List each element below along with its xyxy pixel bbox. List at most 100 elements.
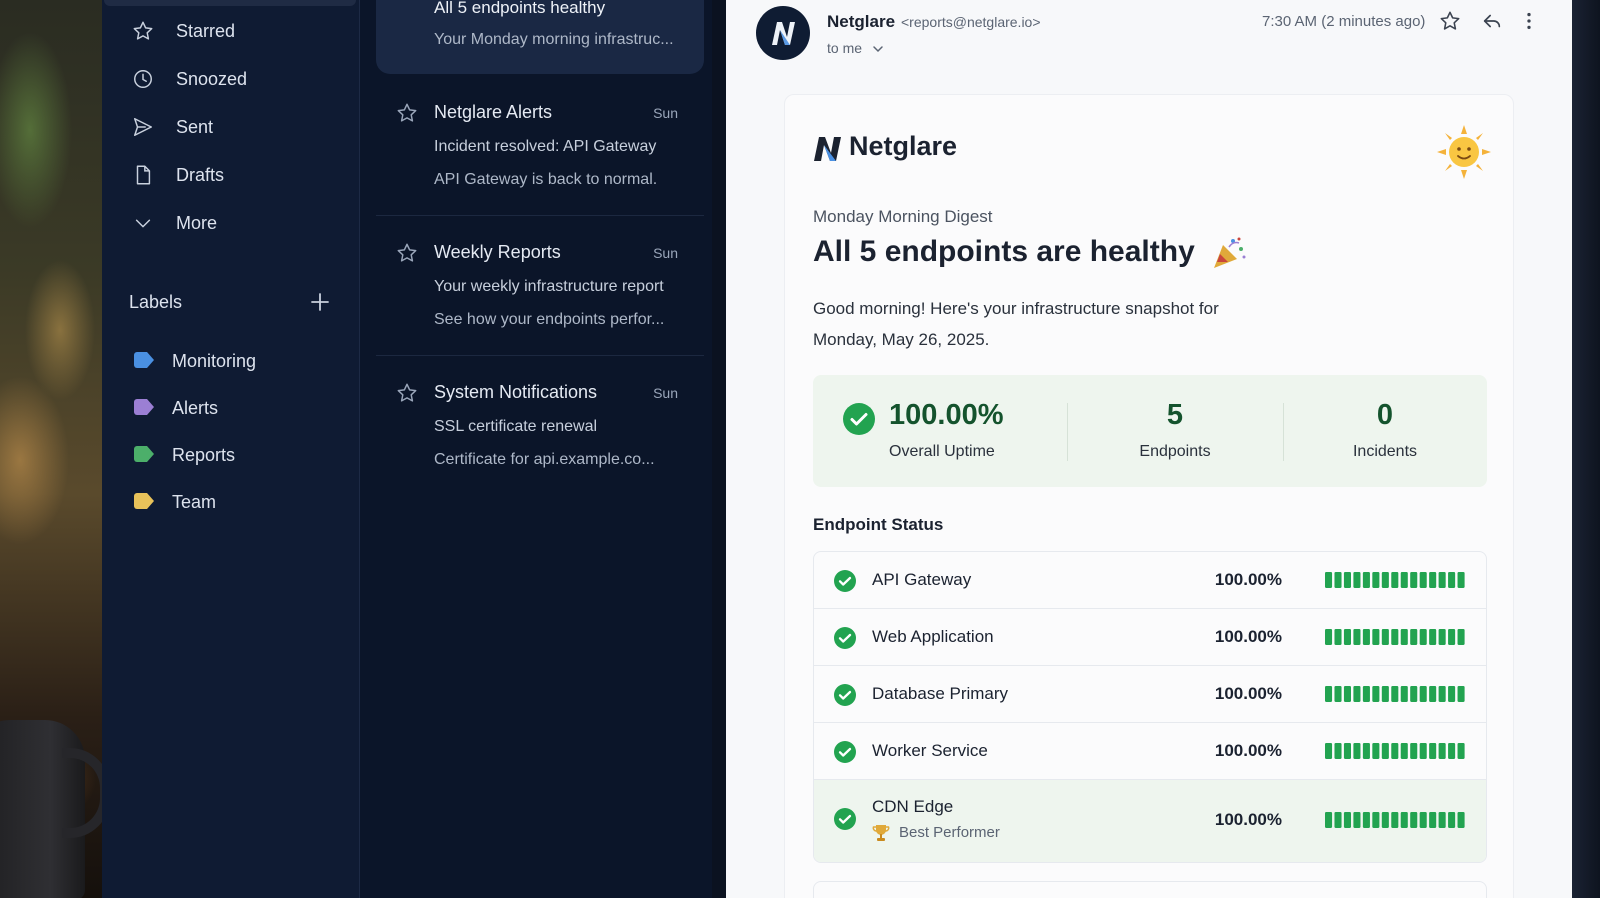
nav-item-drafts[interactable]: Drafts bbox=[102, 153, 358, 197]
uptime-segment bbox=[1457, 629, 1465, 645]
stats-summary: 100.00% Overall Uptime 5 Endpoints 0 Inc… bbox=[813, 375, 1487, 487]
more-vert-icon[interactable] bbox=[1518, 10, 1540, 32]
check-circle-icon bbox=[834, 627, 856, 649]
add-label-icon[interactable] bbox=[308, 290, 332, 314]
uptime-segment bbox=[1362, 629, 1370, 645]
uptime-bar bbox=[1325, 743, 1465, 759]
uptime-segment bbox=[1448, 743, 1456, 759]
message-item[interactable]: Weekly Reports Sun Your weekly infrastru… bbox=[376, 228, 704, 356]
uptime-segment bbox=[1353, 686, 1361, 702]
message-subject: All 5 endpoints healthy bbox=[434, 0, 606, 17]
nav-item-more[interactable]: More bbox=[102, 201, 358, 245]
label-tag-icon bbox=[134, 446, 154, 462]
uptime-segment bbox=[1429, 629, 1437, 645]
uptime-segment bbox=[1410, 629, 1418, 645]
nav-item-snoozed[interactable]: Snoozed bbox=[102, 57, 358, 101]
nav-item-starred[interactable]: Starred bbox=[102, 9, 358, 53]
endpoint-row: Database Primary 100.00% bbox=[814, 666, 1486, 723]
uptime-segment bbox=[1343, 629, 1351, 645]
star-icon[interactable] bbox=[396, 382, 418, 404]
uptime-label: Overall Uptime bbox=[889, 443, 995, 460]
next-section-card bbox=[813, 881, 1487, 898]
uptime-segment bbox=[1381, 572, 1389, 588]
message-item[interactable]: Netglare Alerts Sun Incident resolved: A… bbox=[376, 88, 704, 216]
label-item-monitoring[interactable]: Monitoring bbox=[102, 341, 358, 381]
label-tag-icon bbox=[134, 352, 154, 368]
uptime-segment bbox=[1438, 629, 1446, 645]
endpoint-uptime: 100.00% bbox=[1214, 810, 1282, 829]
endpoint-row: Worker Service 100.00% bbox=[814, 723, 1486, 780]
uptime-segment bbox=[1362, 812, 1370, 828]
uptime-segment bbox=[1419, 686, 1427, 702]
send-icon bbox=[134, 118, 152, 136]
uptime-segment bbox=[1325, 743, 1333, 759]
party-popper-icon bbox=[1214, 237, 1246, 268]
sender-email: <reports@netglare.io> bbox=[901, 14, 1041, 30]
email-intro: Good morning! Here's your infrastructure… bbox=[813, 299, 1219, 349]
message-preview: API Gateway is back to normal. bbox=[434, 171, 658, 188]
nav-item-sent[interactable]: Sent bbox=[102, 105, 358, 149]
message-preview: Your Monday morning infrastruc... bbox=[434, 31, 674, 48]
uptime-segment bbox=[1343, 572, 1351, 588]
uptime-segment bbox=[1457, 743, 1465, 759]
uptime-segment bbox=[1391, 629, 1399, 645]
message-item-selected[interactable]: All 5 endpoints healthy Your Monday morn… bbox=[376, 0, 704, 74]
check-circle-icon bbox=[834, 570, 856, 592]
uptime-segment bbox=[1372, 629, 1380, 645]
uptime-segment bbox=[1334, 686, 1342, 702]
email-headline: All 5 endpoints are healthy bbox=[813, 235, 1195, 268]
label-item-reports[interactable]: Reports bbox=[102, 435, 358, 475]
message-date: Sun bbox=[653, 105, 678, 121]
chevron-down-icon[interactable] bbox=[872, 44, 884, 54]
nav-item-partial[interactable] bbox=[104, 0, 356, 6]
message-subject: Your weekly infrastructure report bbox=[434, 278, 664, 295]
nav-label: More bbox=[176, 213, 218, 233]
endpoint-uptime: 100.00% bbox=[1214, 627, 1282, 646]
uptime-segment bbox=[1362, 686, 1370, 702]
message-subject: SSL certificate renewal bbox=[434, 418, 598, 435]
endpoint-status-table: API Gateway 100.00% Web Application 100.… bbox=[813, 551, 1487, 863]
check-circle-icon bbox=[843, 403, 875, 435]
chevron-down-icon bbox=[135, 219, 151, 228]
netglare-logo-icon bbox=[772, 22, 795, 45]
nav-label: Drafts bbox=[176, 165, 225, 185]
uptime-segment bbox=[1381, 812, 1389, 828]
uptime-segment bbox=[1353, 629, 1361, 645]
message-item[interactable]: System Notifications Sun SSL certificate… bbox=[376, 368, 704, 496]
uptime-segment bbox=[1343, 686, 1351, 702]
uptime-segment bbox=[1325, 629, 1333, 645]
uptime-segment bbox=[1362, 743, 1370, 759]
sender-name: Netglare bbox=[827, 12, 896, 31]
reply-icon[interactable] bbox=[1481, 10, 1503, 32]
uptime-segment bbox=[1362, 572, 1370, 588]
uptime-segment bbox=[1457, 686, 1465, 702]
uptime-segment bbox=[1400, 572, 1408, 588]
sun-emoji-icon bbox=[1437, 125, 1491, 179]
uptime-segment bbox=[1429, 686, 1437, 702]
uptime-segment bbox=[1343, 743, 1351, 759]
uptime-segment bbox=[1334, 572, 1342, 588]
uptime-segment bbox=[1400, 812, 1408, 828]
reading-pane: Netglare <reports@netglare.io> to me 7:3… bbox=[726, 0, 1572, 898]
uptime-segment bbox=[1438, 743, 1446, 759]
uptime-segment bbox=[1391, 686, 1399, 702]
endpoint-uptime: 100.00% bbox=[1214, 741, 1282, 760]
label-tag-icon bbox=[134, 493, 154, 509]
check-circle-icon bbox=[834, 684, 856, 706]
uptime-segment bbox=[1457, 812, 1465, 828]
endpoint-name: Database Primary bbox=[872, 684, 1009, 703]
label-item-alerts[interactable]: Alerts bbox=[102, 388, 358, 428]
endpoint-name: CDN Edge bbox=[872, 797, 954, 816]
endpoint-name: Web Application bbox=[872, 627, 994, 646]
message-preview: See how your endpoints perfor... bbox=[434, 311, 665, 328]
star-icon[interactable] bbox=[396, 102, 418, 124]
uptime-segment bbox=[1429, 572, 1437, 588]
mail-sidebar: Starred Snoozed Sent Drafts More Labels … bbox=[102, 0, 360, 898]
endpoint-row-best: CDN Edge Best Performer 100.00% bbox=[814, 780, 1486, 862]
uptime-segment bbox=[1410, 572, 1418, 588]
label-item-team[interactable]: Team bbox=[102, 482, 358, 522]
uptime-segment bbox=[1381, 629, 1389, 645]
recipient-summary[interactable]: to me bbox=[827, 40, 862, 56]
star-icon[interactable] bbox=[1439, 10, 1461, 32]
star-icon[interactable] bbox=[396, 242, 418, 264]
